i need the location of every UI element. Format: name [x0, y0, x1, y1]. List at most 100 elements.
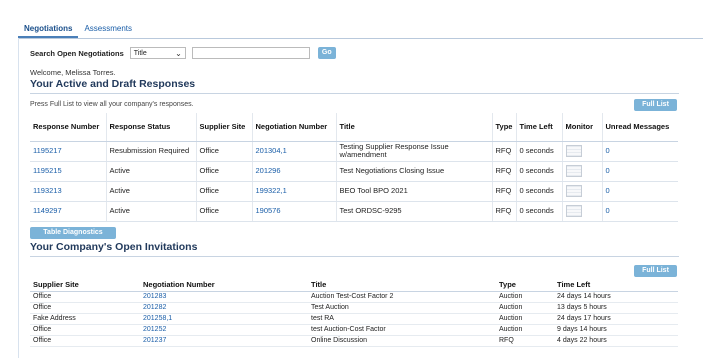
time-left: 9 days 14 hours: [554, 324, 678, 336]
invitations-section-title: Your Company's Open Invitations: [30, 241, 198, 253]
column-header[interactable]: Supplier Site: [195, 113, 252, 142]
negotiation-title: BEO Tool BPO 2021: [335, 181, 492, 202]
monitor-grid-icon[interactable]: [565, 145, 582, 157]
time-left: 24 days 17 hours: [554, 313, 678, 325]
supplier-site: Office: [30, 302, 140, 314]
search-field-select[interactable]: Title ⌄: [129, 47, 186, 59]
negotiation-type: Auction: [496, 313, 554, 325]
negotiation-number-link[interactable]: 201258,1: [140, 313, 308, 325]
column-header[interactable]: Response Number: [30, 113, 106, 142]
negotiation-number-link[interactable]: 201296: [251, 161, 336, 182]
response-number-link[interactable]: 1195215: [30, 161, 106, 182]
negotiation-type: Auction: [496, 324, 554, 336]
negotiation-number-link[interactable]: 201252: [140, 324, 308, 336]
response-status: Active: [105, 161, 196, 182]
time-left: 0 seconds: [515, 201, 562, 222]
negotiation-number-link[interactable]: 201283: [140, 291, 308, 303]
unread-messages-link[interactable]: 0: [601, 201, 678, 222]
negotiation-type: RFQ: [491, 141, 516, 162]
tab-bar: Negotiations Assessments: [18, 20, 138, 38]
negotiation-type: RFQ: [491, 181, 516, 202]
monitor-grid-icon[interactable]: [565, 205, 582, 217]
table-row: 1193213 Active Office 199322,1 BEO Tool …: [30, 181, 678, 202]
response-number-link[interactable]: 1193213: [30, 181, 106, 202]
negotiation-number-link[interactable]: 201304,1: [251, 141, 336, 162]
negotiation-title: Testing Supplier Response Issue w/amendm…: [335, 141, 492, 162]
column-header[interactable]: Response Status: [105, 113, 196, 142]
table-diagnostics-button[interactable]: Table Diagnostics: [30, 227, 116, 239]
go-button[interactable]: Go: [317, 47, 336, 59]
response-status: Active: [105, 201, 196, 222]
search-label: Search Open Negotiations: [30, 48, 124, 58]
monitor-cell: [561, 201, 602, 222]
time-left: 0 seconds: [515, 161, 562, 182]
full-list-hint: Press Full List to view all your company…: [30, 101, 194, 108]
column-header[interactable]: Time Left: [554, 279, 678, 292]
column-header[interactable]: Type: [491, 113, 516, 142]
supplier-site: Office: [30, 324, 140, 336]
column-header[interactable]: Title: [335, 113, 492, 142]
response-number-link[interactable]: 1149297: [30, 201, 106, 222]
table-row: 1195217 Resubmission Required Office 201…: [30, 141, 678, 162]
monitor-cell: [561, 181, 602, 202]
negotiation-number-link[interactable]: 201282: [140, 302, 308, 314]
tab-negotiations[interactable]: Negotiations: [18, 20, 79, 38]
tab-assessments[interactable]: Assessments: [78, 20, 138, 38]
negotiation-title: Test Negotiations Closing Issue: [335, 161, 492, 182]
table-header-row: Supplier Site Negotiation Number Title T…: [30, 279, 678, 292]
time-left: 13 days 5 hours: [554, 302, 678, 314]
negotiation-title: Auction Test-Cost Factor 2: [308, 291, 496, 303]
table-row: 1195215 Active Office 201296 Test Negoti…: [30, 161, 678, 182]
column-header[interactable]: Title: [308, 279, 496, 292]
supplier-site: Office: [195, 161, 252, 182]
section-divider: [30, 256, 679, 257]
negotiation-number-link[interactable]: 201237: [140, 335, 308, 347]
supplier-site: Office: [195, 181, 252, 202]
table-row: Fake Address 201258,1 test RA Auction 24…: [30, 313, 678, 325]
negotiation-title: Test ORDSC-9295: [335, 201, 492, 222]
monitor-grid-icon[interactable]: [565, 185, 582, 197]
negotiation-title: test Auction-Cost Factor: [308, 324, 496, 336]
column-header[interactable]: Time Left: [515, 113, 562, 142]
column-header[interactable]: Unread Messages: [601, 113, 678, 142]
monitor-cell: [561, 141, 602, 162]
content-left-border: [18, 38, 19, 358]
response-status: Active: [105, 181, 196, 202]
supplier-site: Office: [195, 141, 252, 162]
time-left: 0 seconds: [515, 181, 562, 202]
unread-messages-link[interactable]: 0: [601, 181, 678, 202]
section-divider: [30, 93, 679, 94]
table-row: Office 201283 Auction Test-Cost Factor 2…: [30, 291, 678, 303]
column-header[interactable]: Negotiation Number: [140, 279, 308, 292]
negotiation-number-link[interactable]: 199322,1: [251, 181, 336, 202]
column-header[interactable]: Type: [496, 279, 554, 292]
time-left: 4 days 22 hours: [554, 335, 678, 347]
negotiation-type: RFQ: [491, 201, 516, 222]
negotiation-title: Online Discussion: [308, 335, 496, 347]
unread-messages-link[interactable]: 0: [601, 141, 678, 162]
invitations-table: Supplier Site Negotiation Number Title T…: [30, 279, 678, 347]
unread-messages-link[interactable]: 0: [601, 161, 678, 182]
column-header[interactable]: Negotiation Number: [251, 113, 336, 142]
negotiation-type: RFQ: [491, 161, 516, 182]
supplier-site: Fake Address: [30, 313, 140, 325]
negotiation-type: RFQ: [496, 335, 554, 347]
search-input[interactable]: [191, 47, 310, 59]
negotiation-number-link[interactable]: 190576: [251, 201, 336, 222]
search-row: Search Open Negotiations Title ⌄ Go: [30, 46, 336, 60]
monitor-cell: [561, 161, 602, 182]
time-left: 24 days 14 hours: [554, 291, 678, 303]
responses-full-list-button[interactable]: Full List: [634, 99, 677, 111]
table-row: Office 201252 test Auction-Cost Factor A…: [30, 324, 678, 336]
time-left: 0 seconds: [515, 141, 562, 162]
invitations-full-list-button[interactable]: Full List: [634, 265, 677, 277]
table-row: Office 201237 Online Discussion RFQ 4 da…: [30, 335, 678, 347]
supplier-site: Office: [30, 335, 140, 347]
negotiation-type: Auction: [496, 291, 554, 303]
column-header[interactable]: Supplier Site: [30, 279, 140, 292]
table-row: 1149297 Active Office 190576 Test ORDSC-…: [30, 201, 678, 222]
responses-table: Response Number Response Status Supplier…: [30, 113, 678, 222]
response-number-link[interactable]: 1195217: [30, 141, 106, 162]
monitor-grid-icon[interactable]: [565, 165, 582, 177]
supplier-site: Office: [195, 201, 252, 222]
